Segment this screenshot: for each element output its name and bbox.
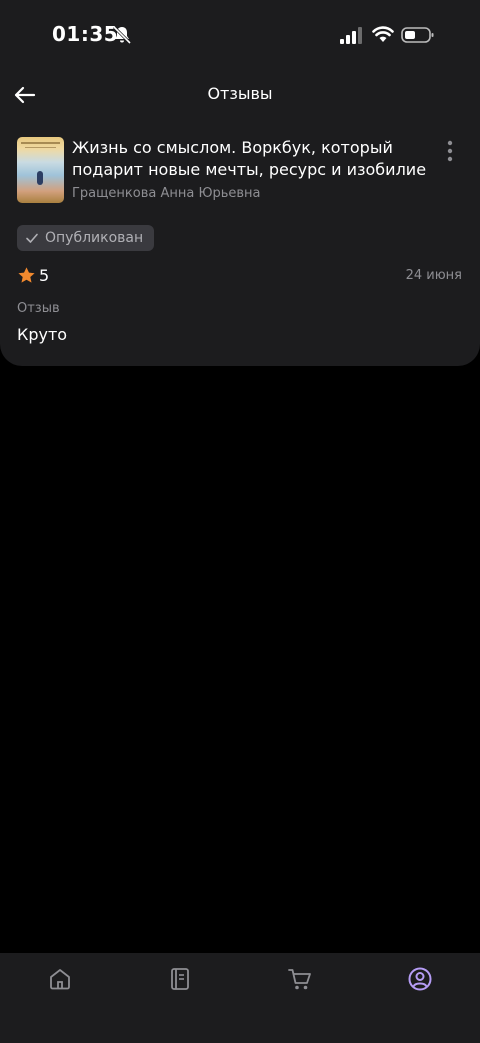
- page-title: Отзывы: [207, 84, 273, 103]
- book-title[interactable]: Жизнь со смыслом. Воркбук, который подар…: [72, 137, 432, 181]
- wifi-icon: [372, 26, 394, 42]
- home-icon[interactable]: [47, 966, 73, 992]
- cart-icon[interactable]: [287, 966, 313, 992]
- review-label: Отзыв: [17, 301, 60, 316]
- book-author: Гращенкова Анна Юрьевна: [72, 186, 261, 201]
- check-icon: [26, 233, 38, 243]
- review-text: Круто: [17, 325, 68, 344]
- battery-icon: [401, 27, 434, 43]
- bottom-navigation: [0, 953, 480, 1043]
- more-options-button[interactable]: [440, 138, 460, 164]
- review-date: 24 июня: [405, 268, 462, 283]
- signal-icon: [340, 27, 362, 44]
- status-time: 01:35: [52, 22, 119, 46]
- book-cover[interactable]: [17, 137, 64, 203]
- bell-off-icon: [112, 25, 132, 45]
- status-badge-label: Опубликован: [45, 230, 144, 246]
- rating-value: 5: [39, 266, 50, 285]
- status-badge: Опубликован: [17, 225, 155, 251]
- profile-icon[interactable]: [407, 966, 433, 992]
- status-bar: 01:35: [0, 0, 480, 70]
- star-icon: [18, 267, 35, 283]
- book-icon[interactable]: [167, 966, 193, 992]
